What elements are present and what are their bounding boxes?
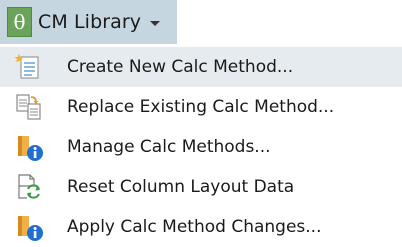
menu-item-reset-column-layout-data[interactable]: Reset Column Layout Data [0,167,402,207]
menu-item-label: Apply Calc Method Changes... [67,217,322,237]
apply-info-icon [13,211,45,243]
menu-button-title: CM Library [38,11,142,33]
menu-item-label: Manage Calc Methods... [67,137,271,157]
menu-item-create-new-calc-method[interactable]: Create New Calc Method... [0,47,402,87]
chevron-down-icon [150,21,161,26]
reset-refresh-icon [13,171,45,203]
menu-item-label: Reset Column Layout Data [67,177,295,197]
new-document-icon [13,51,45,83]
menu-item-label: Replace Existing Calc Method... [67,97,335,117]
manage-info-icon [13,131,45,163]
replace-documents-icon [13,91,45,123]
cm-library-window: θ CM Library Create New Calc Method... R… [0,0,402,247]
menu-item-label: Create New Calc Method... [67,57,294,77]
cm-library-dropdown-menu: Create New Calc Method... Replace Existi… [0,44,402,247]
menu-item-manage-calc-methods[interactable]: Manage Calc Methods... [0,127,402,167]
logo-glyph: θ [13,10,26,34]
menu-item-apply-calc-method-changes[interactable]: Apply Calc Method Changes... [0,207,402,247]
cm-library-menu-button[interactable]: θ CM Library [0,0,177,44]
menu-item-replace-existing-calc-method[interactable]: Replace Existing Calc Method... [0,87,402,127]
cm-library-logo-icon: θ [7,7,32,37]
